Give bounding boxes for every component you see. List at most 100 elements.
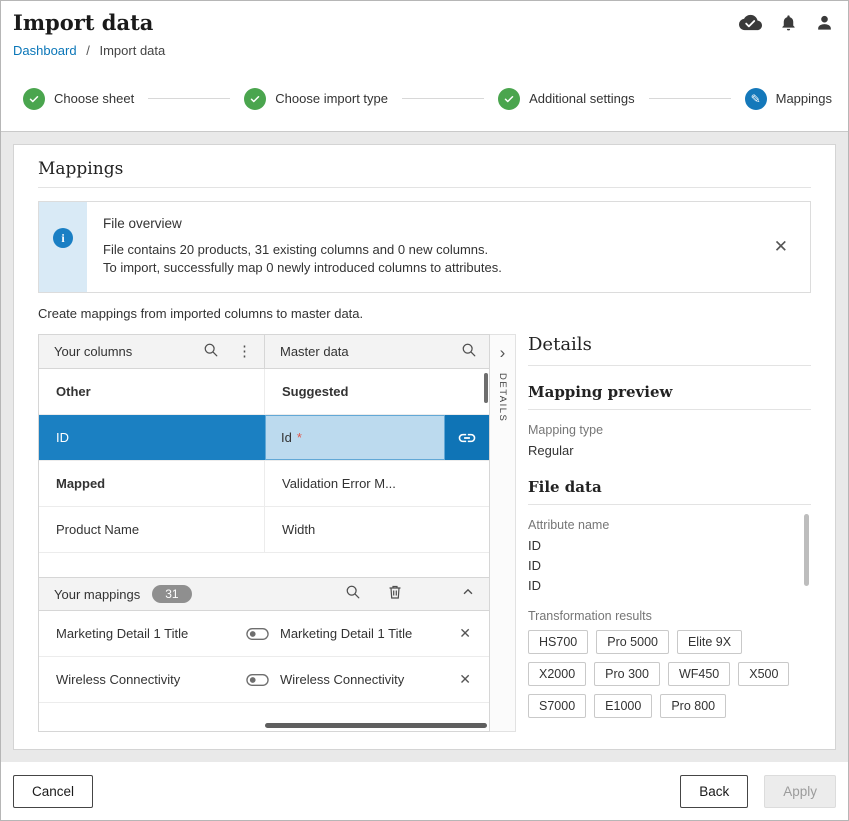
mapping-type-label: Mapping type bbox=[528, 423, 811, 437]
group-other: Other bbox=[39, 369, 265, 414]
result-chip: X500 bbox=[738, 662, 789, 686]
mapping-grid: Your columns ⋮ Master data bbox=[38, 334, 490, 732]
mapping-preview-heading: Mapping preview bbox=[528, 383, 811, 401]
transformation-results-chips: HS700 Pro 5000 Elite 9X X2000 Pro 300 WF… bbox=[528, 630, 811, 718]
banner-close-icon[interactable]: ✕ bbox=[774, 237, 788, 257]
transformation-results-label: Transformation results bbox=[528, 609, 811, 623]
result-chip: Pro 800 bbox=[660, 694, 726, 718]
step-complete-icon bbox=[23, 88, 45, 110]
your-mappings-label: Your mappings bbox=[54, 587, 140, 602]
divider bbox=[528, 409, 811, 410]
step-additional-settings[interactable]: Additional settings bbox=[498, 88, 635, 110]
result-chip: S7000 bbox=[528, 694, 586, 718]
step-choose-import-type[interactable]: Choose import type bbox=[244, 88, 388, 110]
mapping-layout: Your columns ⋮ Master data bbox=[38, 334, 811, 732]
app-header: Import data bbox=[1, 1, 848, 37]
grid-row: Mapped Validation Error M... bbox=[39, 461, 489, 507]
chevron-right-icon[interactable]: › bbox=[500, 344, 506, 361]
details-panel: Details Mapping preview Mapping type Reg… bbox=[516, 334, 811, 732]
search-icon[interactable] bbox=[203, 342, 219, 361]
result-chip: WF450 bbox=[668, 662, 730, 686]
banner-accent-strip: i bbox=[39, 202, 87, 292]
details-tab-label: DETAILS bbox=[497, 373, 508, 422]
master-data-header: Master data bbox=[265, 335, 489, 368]
grid-selected-row: ID Id * bbox=[39, 415, 489, 461]
back-button[interactable]: Back bbox=[680, 775, 748, 808]
divider bbox=[38, 187, 811, 188]
master-data-scrollbar[interactable] bbox=[484, 373, 488, 403]
master-item-id[interactable]: Id * bbox=[265, 415, 489, 460]
master-item-width[interactable]: Width bbox=[265, 507, 489, 552]
grid-header: Your columns ⋮ Master data bbox=[39, 335, 489, 369]
column-item-product-name[interactable]: Product Name bbox=[39, 507, 265, 552]
your-mappings-header[interactable]: Your mappings 31 bbox=[39, 577, 489, 611]
spacer bbox=[39, 553, 489, 577]
horizontal-scrollbar[interactable] bbox=[265, 723, 487, 728]
target-label: Id bbox=[281, 430, 292, 445]
mapping-toggle-icon[interactable] bbox=[246, 627, 278, 641]
search-icon[interactable] bbox=[345, 584, 361, 605]
your-columns-header: Your columns ⋮ bbox=[39, 335, 265, 368]
notifications-bell-icon[interactable] bbox=[779, 13, 798, 32]
master-data-label: Master data bbox=[280, 344, 349, 359]
remove-mapping-icon[interactable]: ✕ bbox=[459, 625, 489, 642]
step-connector bbox=[148, 98, 230, 99]
mapping-row[interactable]: Marketing Detail 1 Title Marketing Detai… bbox=[39, 611, 489, 657]
import-data-window: Import data Dashboard / Import data Choo… bbox=[0, 0, 849, 821]
required-marker: * bbox=[297, 430, 302, 445]
attribute-value: ID bbox=[528, 556, 811, 576]
divider bbox=[528, 504, 811, 505]
details-collapse-strip[interactable]: › DETAILS bbox=[490, 334, 516, 732]
step-choose-sheet[interactable]: Choose sheet bbox=[23, 88, 134, 110]
step-connector bbox=[649, 98, 731, 99]
details-scrollbar[interactable] bbox=[804, 514, 809, 586]
instruction-text: Create mappings from imported columns to… bbox=[38, 306, 811, 321]
step-label: Additional settings bbox=[529, 91, 635, 106]
master-item-validation-error[interactable]: Validation Error M... bbox=[265, 461, 489, 506]
attribute-value: ID bbox=[528, 536, 811, 556]
collapse-chevron-icon[interactable] bbox=[461, 585, 475, 604]
step-label: Choose import type bbox=[275, 91, 388, 106]
step-complete-icon bbox=[244, 88, 266, 110]
footer-actions: Cancel Back Apply bbox=[1, 762, 848, 820]
mapping-target: Marketing Detail 1 Title bbox=[278, 626, 459, 641]
column-item-id[interactable]: ID bbox=[39, 415, 265, 460]
cancel-button[interactable]: Cancel bbox=[13, 775, 93, 808]
step-connector bbox=[402, 98, 484, 99]
delete-mappings-icon[interactable] bbox=[387, 584, 403, 605]
user-profile-icon[interactable] bbox=[815, 13, 834, 32]
mapping-toggle-icon[interactable] bbox=[246, 673, 278, 687]
map-link-button[interactable] bbox=[445, 415, 489, 460]
header-icons bbox=[739, 11, 834, 34]
stepper: Choose sheet Choose import type Addition… bbox=[1, 66, 848, 132]
file-overview-banner: i File overview File contains 20 product… bbox=[38, 201, 811, 293]
info-icon: i bbox=[53, 228, 73, 248]
suggested-target-cell[interactable]: Id * bbox=[265, 415, 445, 460]
link-icon bbox=[457, 428, 477, 448]
mapping-target: Wireless Connectivity bbox=[278, 672, 459, 687]
banner-title: File overview bbox=[103, 216, 758, 231]
breadcrumb-dashboard-link[interactable]: Dashboard bbox=[13, 43, 77, 58]
more-options-icon[interactable]: ⋮ bbox=[237, 344, 252, 359]
result-chip: Elite 9X bbox=[677, 630, 742, 654]
remove-mapping-icon[interactable]: ✕ bbox=[459, 671, 489, 688]
attribute-value: ID bbox=[528, 576, 811, 596]
mappings-count-badge: 31 bbox=[152, 585, 191, 603]
banner-line-2: To import, successfully map 0 newly intr… bbox=[103, 259, 758, 277]
result-chip: Pro 300 bbox=[594, 662, 660, 686]
result-chip: E1000 bbox=[594, 694, 652, 718]
breadcrumb-separator: / bbox=[86, 43, 90, 58]
details-title: Details bbox=[528, 334, 811, 355]
mapping-row[interactable]: Wireless Connectivity Wireless Connectiv… bbox=[39, 657, 489, 703]
step-mappings[interactable]: ✎ Mappings bbox=[745, 88, 832, 110]
step-label: Mappings bbox=[776, 91, 832, 106]
cloud-sync-icon[interactable] bbox=[739, 11, 762, 34]
page-title: Import data bbox=[13, 10, 153, 35]
step-label: Choose sheet bbox=[54, 91, 134, 106]
divider bbox=[528, 365, 811, 366]
apply-button[interactable]: Apply bbox=[764, 775, 836, 808]
attribute-name-label: Attribute name bbox=[528, 518, 811, 532]
search-icon[interactable] bbox=[461, 342, 477, 361]
mapping-source: Wireless Connectivity bbox=[39, 672, 246, 687]
breadcrumb-current: Import data bbox=[99, 43, 165, 58]
